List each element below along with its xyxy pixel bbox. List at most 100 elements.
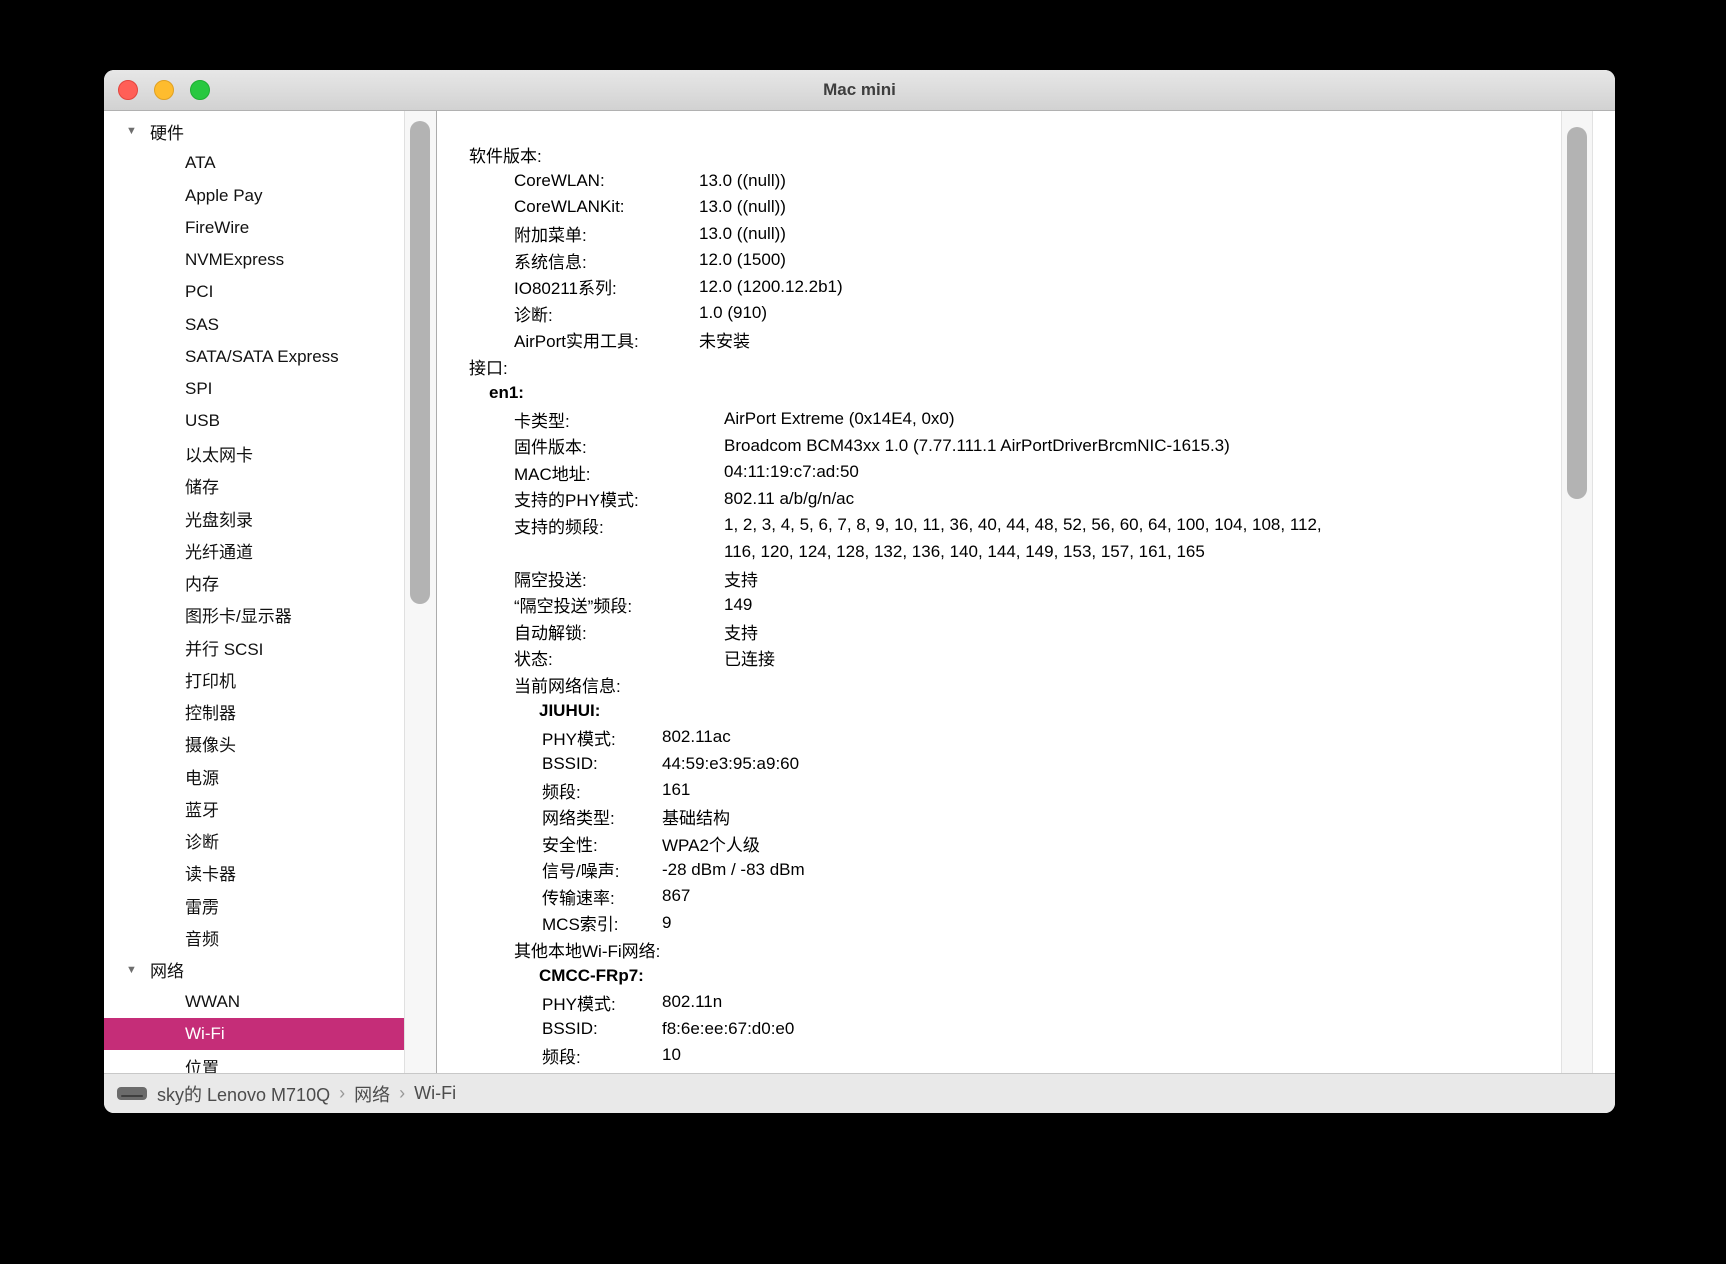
sidebar-item-label: 内存 <box>185 570 219 595</box>
sidebar-list: ▼硬件ATAApple PayFireWireNVMExpressPCISASS… <box>104 115 436 1073</box>
report-line: CMCC-FRp7: <box>437 963 1563 990</box>
sidebar-item-label: 诊断 <box>185 828 219 853</box>
sidebar-item--[interactable]: 位置 <box>104 1050 436 1073</box>
sidebar-item--[interactable]: 蓝牙 <box>104 792 436 824</box>
sidebar-item--[interactable]: 雷雳 <box>104 889 436 921</box>
report-label: 频段: <box>542 1043 662 1068</box>
sidebar-item--[interactable]: 以太网卡 <box>104 438 436 470</box>
report-label: 支持的频段: <box>514 513 724 538</box>
sidebar-section-header[interactable]: ▼网络 <box>104 954 436 986</box>
sidebar-item-label: 打印机 <box>185 667 236 692</box>
sidebar-item-sas[interactable]: SAS <box>104 309 436 341</box>
report-line: PHY模式:802.11ac <box>437 724 1563 751</box>
report-value: 10 <box>662 1045 681 1065</box>
title-bar[interactable]: Mac mini <box>104 70 1615 111</box>
sidebar-item-apple-pay[interactable]: Apple Pay <box>104 180 436 212</box>
sidebar-item-pci[interactable]: PCI <box>104 276 436 308</box>
sidebar-item-label: 以太网卡 <box>185 441 253 466</box>
close-button[interactable] <box>118 80 138 100</box>
sidebar-item--[interactable]: 控制器 <box>104 696 436 728</box>
report-line: “隔空投送”频段:149 <box>437 592 1563 619</box>
sidebar-item-wi-fi[interactable]: Wi-Fi <box>104 1018 437 1050</box>
report-scrollbar-thumb[interactable] <box>1567 127 1587 499</box>
report-label: 频段: <box>542 778 662 803</box>
sidebar-item-label: 音频 <box>185 925 219 950</box>
report-label: 附加菜单: <box>514 221 699 246</box>
report-value: 基础结构 <box>662 804 730 829</box>
report-value: 13.0 ((null)) <box>699 171 786 191</box>
sidebar-item-nvmexpress[interactable]: NVMExpress <box>104 244 436 276</box>
report-label: CoreWLANKit: <box>514 197 699 217</box>
report-label: 传输速率: <box>542 884 662 909</box>
sidebar-section-label: 硬件 <box>150 119 184 144</box>
report-label: 安全性: <box>542 831 662 856</box>
report-value: -28 dBm / -83 dBm <box>662 860 805 880</box>
report-value: 支持 <box>724 619 758 644</box>
sidebar-item-ata[interactable]: ATA <box>104 147 436 179</box>
sidebar-item-label: WWAN <box>185 992 240 1012</box>
sidebar-item--[interactable]: 音频 <box>104 921 436 953</box>
sidebar-item-label: SPI <box>185 379 212 399</box>
report-line: BSSID:f8:6e:ee:67:d0:e0 <box>437 1016 1563 1043</box>
report-line: PHY模式:802.11n <box>437 989 1563 1016</box>
window-body: ▼硬件ATAApple PayFireWireNVMExpressPCISASS… <box>104 111 1615 1073</box>
report-label: 当前网络信息: <box>514 672 621 697</box>
report-value: 1, 2, 3, 4, 5, 6, 7, 8, 9, 10, 11, 36, 4… <box>724 515 1322 535</box>
report-line: BSSID:44:59:e3:95:a9:60 <box>437 751 1563 778</box>
report-label: IO80211系列: <box>514 274 699 299</box>
report-line: 信号/噪声:-28 dBm / -83 dBm <box>437 857 1563 884</box>
sidebar-item-label: 光纤通道 <box>185 538 253 563</box>
sidebar-scrollbar-thumb[interactable] <box>410 121 430 604</box>
disclosure-triangle-icon[interactable]: ▼ <box>126 125 150 137</box>
report-pane: 软件版本:CoreWLAN:13.0 ((null))CoreWLANKit:1… <box>437 111 1615 1073</box>
report-value: 04:11:19:c7:ad:50 <box>724 462 859 482</box>
report-line: CoreWLAN:13.0 ((null)) <box>437 168 1563 195</box>
disclosure-triangle-icon[interactable]: ▼ <box>126 964 150 976</box>
sidebar-scrollbar[interactable] <box>404 111 437 1073</box>
report-value: 12.0 (1200.12.2b1) <box>699 277 843 297</box>
sidebar-item--[interactable]: 诊断 <box>104 825 436 857</box>
report-value: 支持 <box>724 566 758 591</box>
report-label: 网络类型: <box>542 804 662 829</box>
report-label: “隔空投送”频段: <box>514 592 724 617</box>
sidebar-item-label: 位置 <box>185 1054 219 1073</box>
report-line: AirPort实用工具:未安装 <box>437 327 1563 354</box>
sidebar-item--[interactable]: 电源 <box>104 760 436 792</box>
breadcrumb-separator: › <box>399 1083 405 1104</box>
sidebar-item-firewire[interactable]: FireWire <box>104 212 436 244</box>
sidebar-item--scsi[interactable]: 并行 SCSI <box>104 631 436 663</box>
zoom-button[interactable] <box>190 80 210 100</box>
sidebar-item--[interactable]: 摄像头 <box>104 728 436 760</box>
report-label: PHY模式: <box>542 990 662 1015</box>
report-value: f8:6e:ee:67:d0:e0 <box>662 1019 794 1039</box>
report-label: 固件版本: <box>514 433 724 458</box>
sidebar-item--[interactable]: 读卡器 <box>104 857 436 889</box>
sidebar-item--[interactable]: 储存 <box>104 470 436 502</box>
breadcrumb-item: 网络 <box>354 1081 390 1107</box>
report-line: IO80211系列:12.0 (1200.12.2b1) <box>437 274 1563 301</box>
sidebar-section-header[interactable]: ▼硬件 <box>104 115 436 147</box>
report-line: 隔空投送:支持 <box>437 565 1563 592</box>
sidebar-item--[interactable]: 光盘刻录 <box>104 502 436 534</box>
sidebar-item-label: FireWire <box>185 218 249 238</box>
sidebar-item-sata-sata-express[interactable]: SATA/SATA Express <box>104 341 436 373</box>
sidebar-item-label: NVMExpress <box>185 250 284 270</box>
report-line: JIUHUI: <box>437 698 1563 725</box>
minimize-button[interactable] <box>154 80 174 100</box>
sidebar-item-usb[interactable]: USB <box>104 405 436 437</box>
report-value: 802.11ac <box>662 727 731 747</box>
sidebar-item--[interactable]: 光纤通道 <box>104 534 436 566</box>
report-label: CMCC-FRp7: <box>539 966 644 986</box>
report-line: 安全性:WPA2个人级 <box>437 830 1563 857</box>
sidebar-item-wwan[interactable]: WWAN <box>104 986 436 1018</box>
report-value: 1.0 (910) <box>699 303 767 323</box>
sidebar-item-spi[interactable]: SPI <box>104 373 436 405</box>
report-scrollbar[interactable] <box>1561 111 1593 1073</box>
report-line: 系统信息:12.0 (1500) <box>437 247 1563 274</box>
sidebar-item-label: USB <box>185 411 220 431</box>
report-value: Broadcom BCM43xx 1.0 (7.77.111.1 AirPort… <box>724 436 1230 456</box>
sidebar-item--[interactable]: 内存 <box>104 567 436 599</box>
sidebar-item-label: 图形卡/显示器 <box>185 602 292 627</box>
sidebar-item--[interactable]: 图形卡/显示器 <box>104 599 436 631</box>
sidebar-item--[interactable]: 打印机 <box>104 663 436 695</box>
